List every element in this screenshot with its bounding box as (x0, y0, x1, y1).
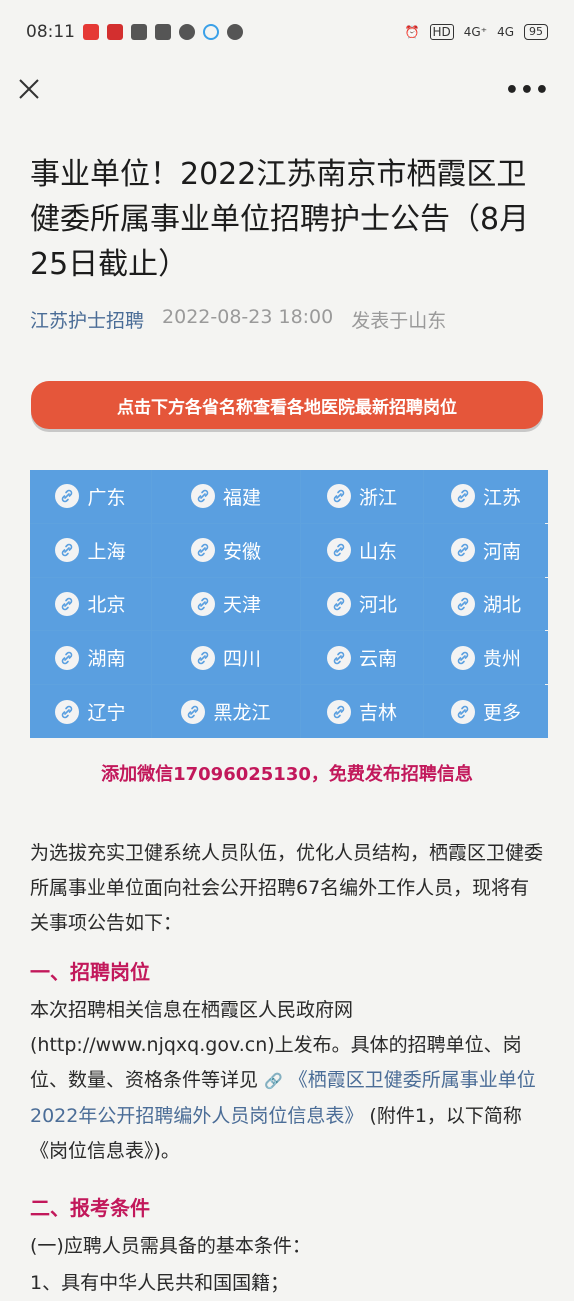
status-left: 08:11 (26, 22, 243, 42)
battery-icon: 95 (524, 24, 548, 40)
province-link[interactable]: 辽宁 (30, 685, 151, 738)
publish-location: 发表于山东 (351, 310, 447, 332)
province-label: 安徽 (222, 540, 261, 563)
province-label: 吉林 (358, 702, 397, 725)
province-link[interactable]: 河南 (424, 523, 548, 577)
link-icon (55, 484, 80, 509)
province-label: 辽宁 (87, 702, 126, 725)
link-icon (326, 645, 351, 670)
province-link[interactable]: 黑龙江 (152, 685, 300, 738)
more-icon[interactable]: ••• (505, 78, 550, 103)
province-label: 广东 (87, 486, 126, 509)
province-label: 湖北 (482, 594, 521, 617)
app-icon-red (83, 24, 99, 40)
province-link[interactable]: 江苏 (424, 470, 548, 523)
province-link[interactable]: 贵州 (424, 631, 548, 685)
link-icon (326, 591, 351, 616)
status-bar: 08:11 ⏰ HD 4G⁺ 4G 95 (0, 0, 574, 64)
wechat-contact: 添加微信17096025130，免费发布招聘信息 (101, 764, 473, 785)
q-icon (179, 24, 195, 40)
link-icon (326, 699, 351, 724)
province-label: 黑龙江 (213, 702, 271, 725)
article-meta: 江苏护士招聘 2022-08-23 18:00 发表于山东 (30, 306, 446, 333)
link-icon (55, 591, 80, 616)
province-grid: 广东 福建 浙江 江苏上海 安徽 山东 河南北京 天津 河北 湖北湖南 四川 云南 贵州辽宁 黑龙江 吉林 更… (30, 470, 548, 738)
section-heading-2: 二、报考条件 (30, 1196, 150, 1220)
province-label: 更多 (482, 702, 521, 725)
province-link[interactable]: 吉林 (301, 685, 423, 738)
nav-bar: ••• (0, 64, 574, 120)
province-label: 河南 (482, 540, 521, 563)
province-label: 贵州 (482, 648, 521, 671)
app-icon-red-2 (107, 24, 123, 40)
province-link[interactable]: 广东 (30, 470, 151, 523)
province-banner[interactable]: 点击下方各省名称查看各地医院最新招聘岗位 (31, 381, 543, 429)
body-paragraph-2: (一)应聘人员需具备的基本条件： (30, 1235, 311, 1257)
section-heading-1: 一、招聘岗位 (30, 960, 150, 984)
province-link[interactable]: 湖南 (30, 631, 151, 685)
publish-datetime: 2022-08-23 18:00 (162, 306, 334, 328)
province-link[interactable]: 山东 (301, 523, 423, 577)
province-link[interactable]: 湖北 (424, 577, 548, 631)
province-label: 福建 (222, 486, 261, 509)
province-link[interactable]: 更多 (424, 685, 548, 738)
alarm-icon: ⏰ (404, 25, 420, 39)
province-label: 江苏 (482, 486, 521, 509)
article-title: 事业单位！2022江苏南京市栖霞区卫健委所属事业单位招聘护士公告（8月25日截止… (30, 157, 530, 282)
link-icon (181, 699, 206, 724)
province-link[interactable]: 上海 (30, 523, 151, 577)
province-link[interactable]: 安徽 (152, 523, 300, 577)
link-icon (55, 645, 80, 670)
province-label: 山东 (358, 540, 397, 563)
link-icon-inline: 🔗 (264, 1072, 283, 1090)
signal-4g: 4G (497, 25, 514, 39)
link-icon (55, 699, 80, 724)
sync-icon (203, 24, 219, 40)
province-link[interactable]: 天津 (152, 577, 300, 631)
link-icon (190, 538, 215, 563)
province-link[interactable]: 浙江 (301, 470, 423, 523)
status-right: ⏰ HD 4G⁺ 4G 95 (405, 24, 548, 40)
province-link[interactable]: 北京 (30, 577, 151, 631)
link-icon (326, 538, 351, 563)
province-label: 云南 (358, 648, 397, 671)
hd-badge: HD (429, 24, 454, 40)
link-icon (190, 591, 215, 616)
province-link[interactable]: 四川 (152, 631, 300, 685)
link-icon (450, 699, 475, 724)
compass-icon (227, 24, 243, 40)
province-label: 北京 (87, 594, 126, 617)
link-icon (55, 538, 80, 563)
app-icon-58 (131, 24, 147, 40)
province-label: 河北 (358, 594, 397, 617)
body-paragraph-3: 1、具有中华人民共和国国籍； (30, 1272, 290, 1294)
province-label: 湖南 (87, 648, 126, 671)
province-link[interactable]: 云南 (301, 631, 423, 685)
clock: 08:11 (26, 22, 75, 42)
signal-4g-plus: 4G⁺ (463, 25, 488, 39)
province-link[interactable]: 福建 (152, 470, 300, 523)
telegram-icon (155, 24, 171, 40)
link-icon (190, 484, 215, 509)
link-icon (450, 484, 475, 509)
province-label: 浙江 (358, 486, 397, 509)
province-label: 上海 (87, 540, 126, 563)
link-icon (450, 645, 475, 670)
close-icon[interactable] (16, 76, 44, 104)
link-icon (450, 538, 475, 563)
province-link[interactable]: 河北 (301, 577, 423, 631)
province-label: 四川 (222, 648, 261, 671)
link-icon (450, 591, 475, 616)
account-name-link[interactable]: 江苏护士招聘 (30, 306, 144, 333)
link-icon (326, 484, 351, 509)
body-paragraph-1: 本次招聘相关信息在栖霞区人民政府网(http://www.njqxq.gov.c… (30, 993, 546, 1169)
province-label: 天津 (222, 594, 261, 617)
link-icon (190, 645, 215, 670)
intro-paragraph: 为选拔充实卫健系统人员队伍，优化人员结构，栖霞区卫健委所属事业单位面向社会公开招… (30, 842, 544, 934)
